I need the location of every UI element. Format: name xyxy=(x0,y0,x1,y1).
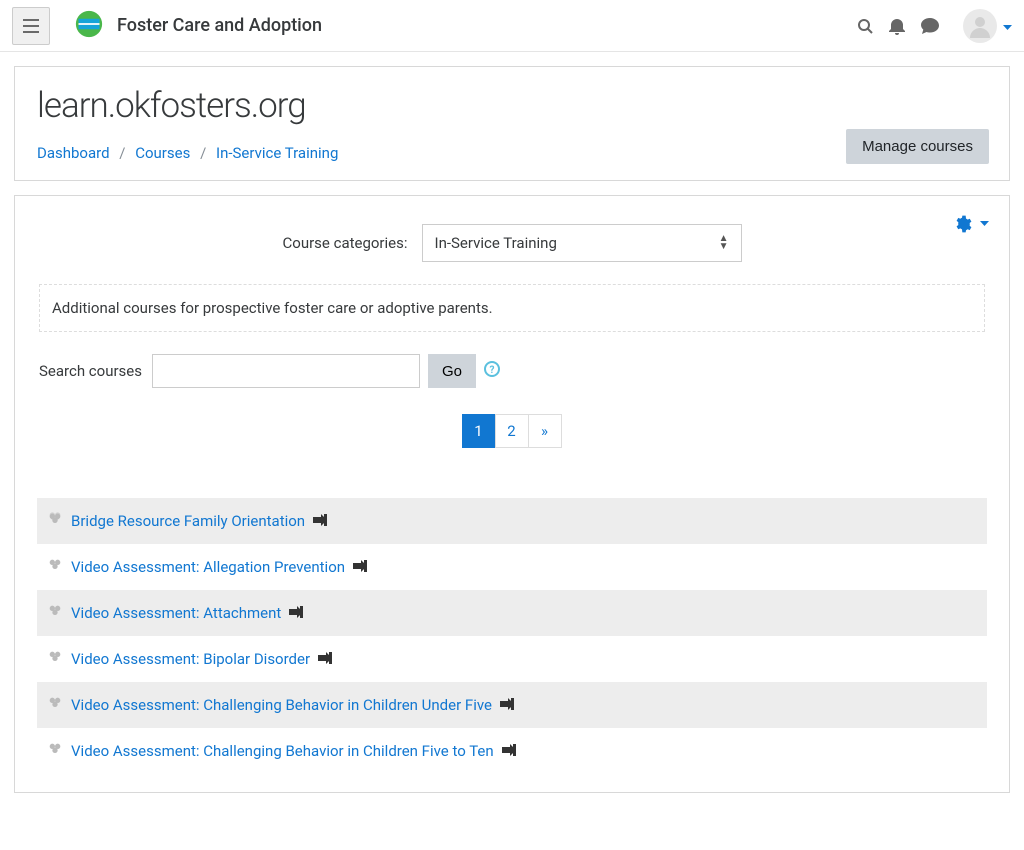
course-list: Bridge Resource Family Orientation Video… xyxy=(37,498,987,774)
page-2-button[interactable]: 2 xyxy=(495,414,529,448)
user-avatar[interactable] xyxy=(963,9,997,43)
course-icon xyxy=(47,557,63,577)
hamburger-icon xyxy=(23,19,39,33)
course-row: Video Assessment: Challenging Behavior i… xyxy=(37,728,987,774)
page-title: learn.okfosters.org xyxy=(37,85,987,126)
site-title: Foster Care and Adoption xyxy=(117,15,322,36)
course-icon xyxy=(47,511,63,531)
course-link[interactable]: Video Assessment: Allegation Prevention xyxy=(71,558,345,576)
course-link[interactable]: Video Assessment: Attachment xyxy=(71,604,281,622)
breadcrumb: Dashboard / Courses / In-Service Trainin… xyxy=(37,144,987,162)
course-link[interactable]: Video Assessment: Challenging Behavior i… xyxy=(71,742,494,760)
course-row: Video Assessment: Bipolar Disorder xyxy=(37,636,987,682)
search-row: Search courses Go ? xyxy=(37,354,987,388)
course-row: Video Assessment: Allegation Prevention xyxy=(37,544,987,590)
select-updown-icon: ▲▼ xyxy=(719,235,729,251)
search-input[interactable] xyxy=(152,354,420,388)
site-logo xyxy=(50,10,103,42)
menu-toggle-button[interactable] xyxy=(12,7,50,45)
course-row: Video Assessment: Challenging Behavior i… xyxy=(37,682,987,728)
enter-course-icon[interactable] xyxy=(353,558,367,576)
enter-course-icon[interactable] xyxy=(289,604,303,622)
gear-icon xyxy=(954,214,974,234)
category-select[interactable]: In-Service Training ▲▼ xyxy=(422,224,742,262)
pagination: 1 2 » xyxy=(37,414,987,448)
category-select-value: In-Service Training xyxy=(435,234,557,252)
course-link[interactable]: Video Assessment: Bipolar Disorder xyxy=(71,650,310,668)
breadcrumb-dashboard-link[interactable]: Dashboard xyxy=(37,144,110,162)
chevron-down-icon xyxy=(980,221,989,227)
category-description: Additional courses for prospective foste… xyxy=(39,284,985,332)
category-card: Course categories: In-Service Training ▲… xyxy=(14,195,1010,793)
enter-course-icon[interactable] xyxy=(313,512,327,530)
help-icon[interactable]: ? xyxy=(484,361,500,381)
navbar: Foster Care and Adoption xyxy=(0,0,1024,52)
svg-text:?: ? xyxy=(490,365,495,376)
course-row: Video Assessment: Attachment xyxy=(37,590,987,636)
logo-icon xyxy=(75,10,103,38)
enter-course-icon[interactable] xyxy=(318,650,332,668)
messages-icon[interactable] xyxy=(921,18,939,34)
category-label: Course categories: xyxy=(283,234,408,252)
course-icon xyxy=(47,603,63,623)
course-link[interactable]: Video Assessment: Challenging Behavior i… xyxy=(71,696,492,714)
manage-courses-button[interactable]: Manage courses xyxy=(846,129,989,164)
enter-course-icon[interactable] xyxy=(500,696,514,714)
settings-menu-button[interactable] xyxy=(954,214,989,234)
search-label: Search courses xyxy=(39,362,142,380)
search-icon[interactable] xyxy=(857,18,873,34)
breadcrumb-separator: / xyxy=(119,144,125,162)
category-selector-row: Course categories: In-Service Training ▲… xyxy=(37,224,987,262)
course-row: Bridge Resource Family Orientation xyxy=(37,498,987,544)
enter-course-icon[interactable] xyxy=(502,742,516,760)
search-go-button[interactable]: Go xyxy=(428,354,476,388)
breadcrumb-courses-link[interactable]: Courses xyxy=(135,144,190,162)
course-icon xyxy=(47,741,63,761)
course-link[interactable]: Bridge Resource Family Orientation xyxy=(71,512,305,530)
page-next-button[interactable]: » xyxy=(528,414,562,448)
avatar-icon xyxy=(968,14,992,38)
breadcrumb-current-link[interactable]: In-Service Training xyxy=(216,144,338,162)
notifications-icon[interactable] xyxy=(889,17,905,35)
course-icon xyxy=(47,695,63,715)
breadcrumb-separator: / xyxy=(200,144,206,162)
user-menu-caret-icon[interactable] xyxy=(1003,17,1012,35)
page-header-card: learn.okfosters.org Dashboard / Courses … xyxy=(14,66,1010,181)
course-icon xyxy=(47,649,63,669)
page-1-button[interactable]: 1 xyxy=(462,414,496,448)
